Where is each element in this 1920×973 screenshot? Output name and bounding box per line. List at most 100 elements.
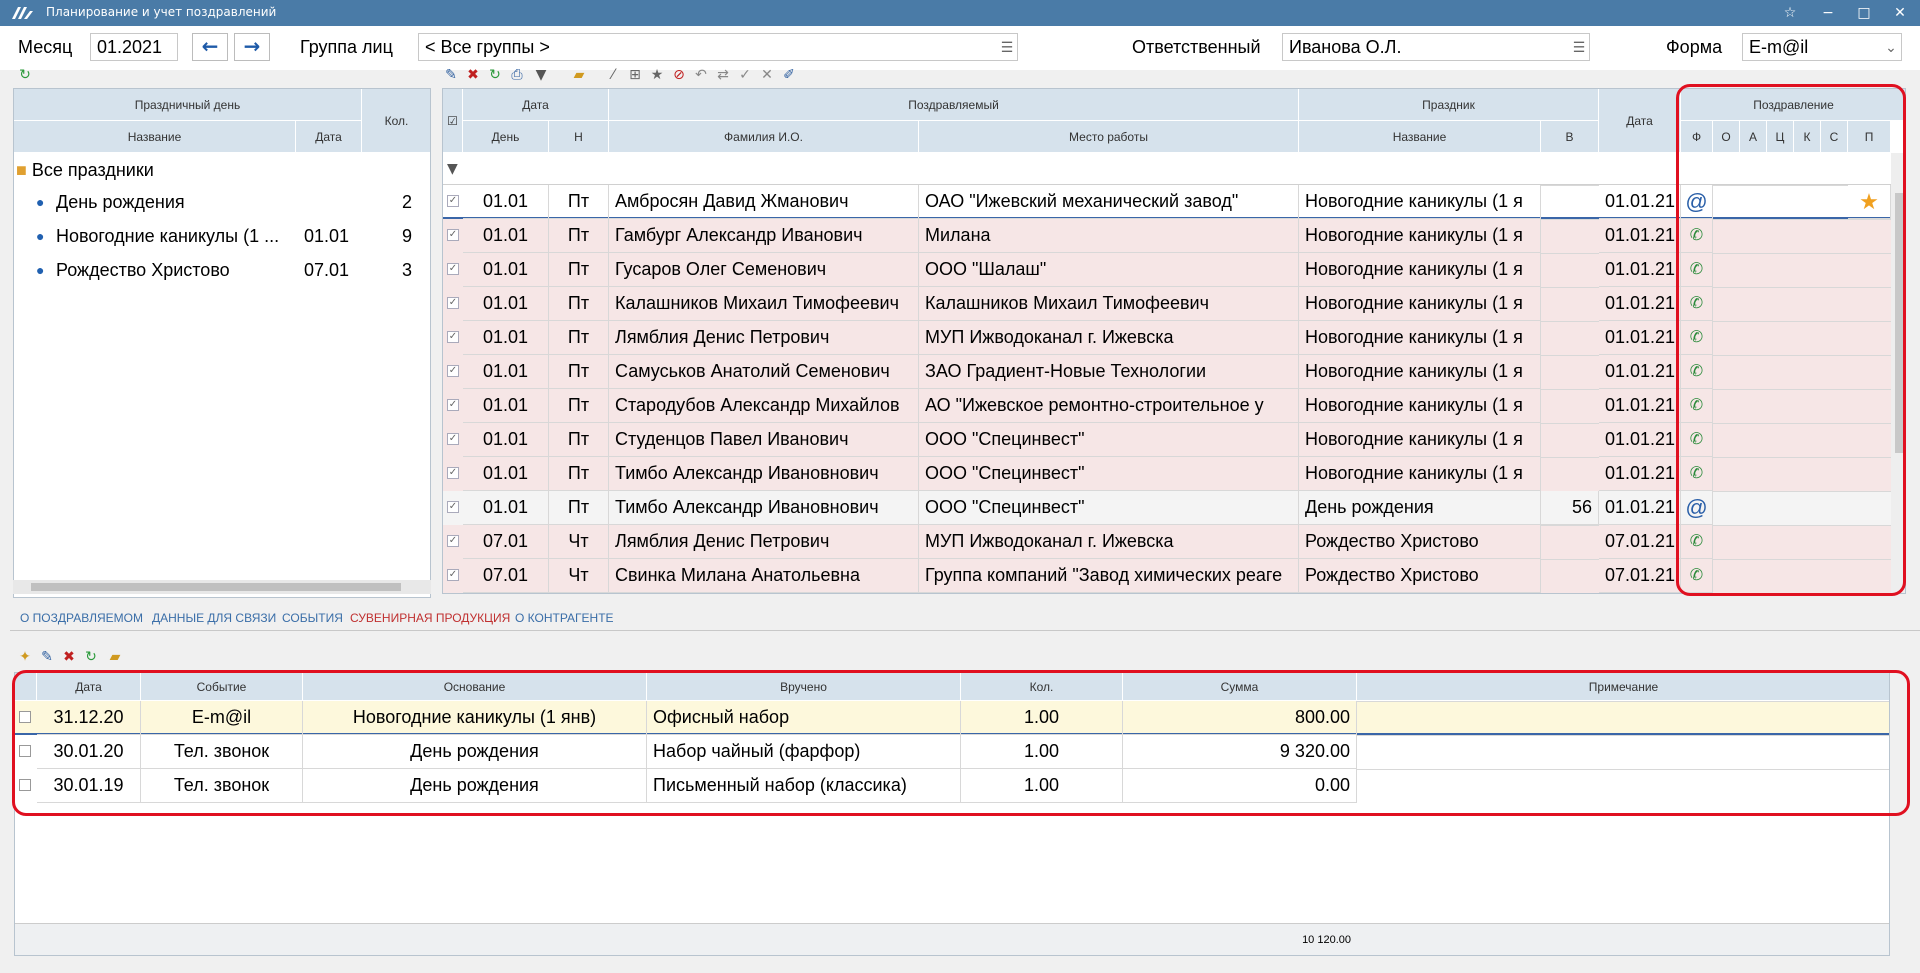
cell-hdate: 01.01.21	[1599, 389, 1681, 423]
row-checkbox[interactable]: ✓	[447, 297, 459, 309]
maximize-button[interactable]: □	[1852, 2, 1876, 24]
month-input[interactable]: 01.2021	[90, 33, 178, 61]
sync-icon[interactable]: ⇄	[714, 66, 732, 84]
cell-n: Пт	[549, 253, 609, 287]
title-bar: Планирование и учет поздравлений ☆ − □ ✕	[0, 0, 1920, 26]
cell-hdate: 01.01.21	[1599, 287, 1681, 321]
refresh-icon[interactable]: ↻	[486, 66, 504, 84]
row-checkbox[interactable]: ✓	[447, 331, 459, 343]
check-icon[interactable]: ✓	[736, 66, 754, 84]
row-checkbox[interactable]: ✓	[447, 195, 459, 207]
weekday-col-header[interactable]: Н	[549, 121, 609, 153]
row-checkbox[interactable]: ✓	[447, 501, 459, 513]
age-col-header[interactable]: В	[1541, 121, 1599, 153]
table-row[interactable]: ✓ 01.01 Пт Тимбо Александр Ивановнович ООО "…	[443, 457, 1891, 491]
table-row[interactable]: ✓ 01.01 Пт Лямблия Денис Петрович МУП Ижводо…	[443, 321, 1891, 355]
pen-icon[interactable]: ✐	[780, 66, 798, 84]
alert-icon[interactable]: ⊘	[670, 66, 688, 84]
table-row[interactable]: ✓ 01.01 Пт Гамбург Александр Иванович Милана…	[443, 219, 1891, 253]
tab-counterparty[interactable]: О КОНТРАГЕНТЕ	[515, 611, 614, 625]
holiday-count-header[interactable]: Кол.	[362, 89, 430, 153]
group-select[interactable]: < Все группы > ☰	[418, 33, 1018, 61]
table-row[interactable]: ✓ 01.01 Пт Самуськов Анатолий Семенович ЗАО …	[443, 355, 1891, 389]
tab-souvenirs[interactable]: СУВЕНИРНАЯ ПРОДУКЦИЯ	[350, 611, 510, 625]
table-row[interactable]: ✓ 01.01 Пт Тимбо Александр Ивановнович ООО "…	[443, 491, 1891, 525]
undo-icon[interactable]: ↶	[692, 66, 710, 84]
work-col-header[interactable]: Место работы	[919, 121, 1299, 153]
holiday-item[interactable]: ● Новогодние каникулы (1 ... 01.01 9	[14, 222, 430, 256]
cell-hdate: 07.01.21	[1599, 525, 1681, 559]
tab-contacts[interactable]: ДАННЫЕ ДЛЯ СВЯЗИ	[152, 611, 276, 625]
row-checkbox[interactable]: ✓	[447, 467, 459, 479]
table-row[interactable]: ✓ 07.01 Чт Лямблия Денис Петрович МУП Ижводо…	[443, 525, 1891, 559]
row-checkbox[interactable]: ✓	[447, 229, 459, 241]
row-checkbox[interactable]: ✓	[447, 569, 459, 581]
delete-icon[interactable]: ✖	[60, 648, 78, 666]
holidays-panel: Праздничный день Название Дата Кол. ■ Вс…	[13, 88, 431, 598]
cancel-icon[interactable]: ✕	[758, 66, 776, 84]
filter-icon[interactable]: ▼	[532, 66, 550, 84]
table-row[interactable]: ✓ 07.01 Чт Свинка Милана Анатольевна Группа …	[443, 559, 1891, 593]
hdate-col-header[interactable]: Дата	[1599, 89, 1681, 153]
cell-fio: Гамбург Александр Иванович	[609, 219, 919, 253]
holiday-item[interactable]: ● Рождество Христово 07.01 3	[14, 256, 430, 290]
refresh-icon[interactable]: ↻	[16, 66, 34, 84]
favorite-button[interactable]: ☆	[1778, 2, 1802, 24]
fio-col-header[interactable]: Фамилия И.О.	[609, 121, 919, 153]
row-checkbox[interactable]: ✓	[447, 433, 459, 445]
edit-icon[interactable]: ✎	[442, 66, 460, 84]
cell-work: ООО "Специнвест"	[919, 457, 1299, 491]
cell-hname: Новогодние каникулы (1 я	[1299, 287, 1541, 321]
day-col-header[interactable]: День	[463, 121, 549, 153]
cell-n: Пт	[549, 321, 609, 355]
holiday-name: Рождество Христово	[56, 260, 230, 280]
tab-person[interactable]: О ПОЗДРАВЛЯЕМОМ	[20, 611, 143, 625]
refresh-icon[interactable]: ↻	[82, 648, 100, 666]
table-row[interactable]: ✓ 01.01 Пт Амбросян Давид Жманович ОАО "Ижев…	[443, 185, 1891, 219]
next-month-button[interactable]: →	[234, 33, 270, 61]
table-row[interactable]: ✓ 01.01 Пт Калашников Михаил Тимофеевич Кала…	[443, 287, 1891, 321]
list-icon: ☰	[1572, 39, 1586, 55]
holiday-date-header[interactable]: Дата	[296, 121, 362, 153]
star-icon[interactable]: ★	[648, 66, 666, 84]
folder-icon[interactable]: ▰	[570, 66, 588, 84]
row-checkbox[interactable]: ✓	[447, 365, 459, 377]
minimize-button[interactable]: −	[1816, 2, 1840, 24]
row-checkbox[interactable]: ✓	[447, 263, 459, 275]
cell-fio: Лямблия Денис Петрович	[609, 321, 919, 355]
form-select[interactable]: E-m@il ⌄	[1742, 33, 1902, 61]
hname-col-header[interactable]: Название	[1299, 121, 1541, 153]
select-all-header[interactable]: ☑	[443, 89, 463, 153]
row-checkbox[interactable]: ✓	[447, 399, 459, 411]
delete-icon[interactable]: ✖	[464, 66, 482, 84]
totals-row: 10 120.00	[15, 923, 1889, 955]
folder-icon[interactable]: ▰	[106, 648, 124, 666]
souvenir-highlight	[12, 670, 1910, 816]
cell-n: Пт	[549, 423, 609, 457]
holiday-item[interactable]: ● День рождения 2	[14, 188, 430, 222]
bullet-icon: ●	[36, 194, 45, 210]
table-row[interactable]: ✓ 01.01 Пт Гусаров Олег Семенович ООО "Шалаш…	[443, 253, 1891, 287]
cell-day: 01.01	[463, 253, 549, 287]
cell-n: Пт	[549, 219, 609, 253]
scrollbar-horizontal[interactable]	[13, 580, 431, 594]
holiday-name-header[interactable]: Название	[14, 121, 296, 153]
responsible-select[interactable]: Иванова О.Л. ☰	[1282, 33, 1590, 61]
cell-work: МУП Ижводоканал г. Ижевска	[919, 525, 1299, 559]
prev-month-button[interactable]: ←	[192, 33, 228, 61]
tree-root[interactable]: ■ Все праздники	[16, 160, 154, 181]
holiday-group-header: Праздник	[1299, 89, 1599, 121]
print-icon[interactable]: ⎙	[508, 66, 526, 84]
app-logo-icon	[12, 7, 33, 19]
wand-icon[interactable]: ⁄	[604, 66, 622, 84]
table-row[interactable]: ✓ 01.01 Пт Студенцов Павел Иванович ООО "Спе…	[443, 423, 1891, 457]
bullet-icon: ●	[36, 262, 45, 278]
new-icon[interactable]: ✦	[16, 648, 34, 666]
edit-icon[interactable]: ✎	[38, 648, 56, 666]
close-button[interactable]: ✕	[1888, 2, 1912, 24]
row-checkbox[interactable]: ✓	[447, 535, 459, 547]
tree-icon[interactable]: ⊞	[626, 66, 644, 84]
tab-events[interactable]: СОБЫТИЯ	[282, 611, 343, 625]
table-row[interactable]: ✓ 01.01 Пт Стародубов Александр Михайлов АО …	[443, 389, 1891, 423]
scrollbar-thumb[interactable]	[31, 583, 401, 591]
